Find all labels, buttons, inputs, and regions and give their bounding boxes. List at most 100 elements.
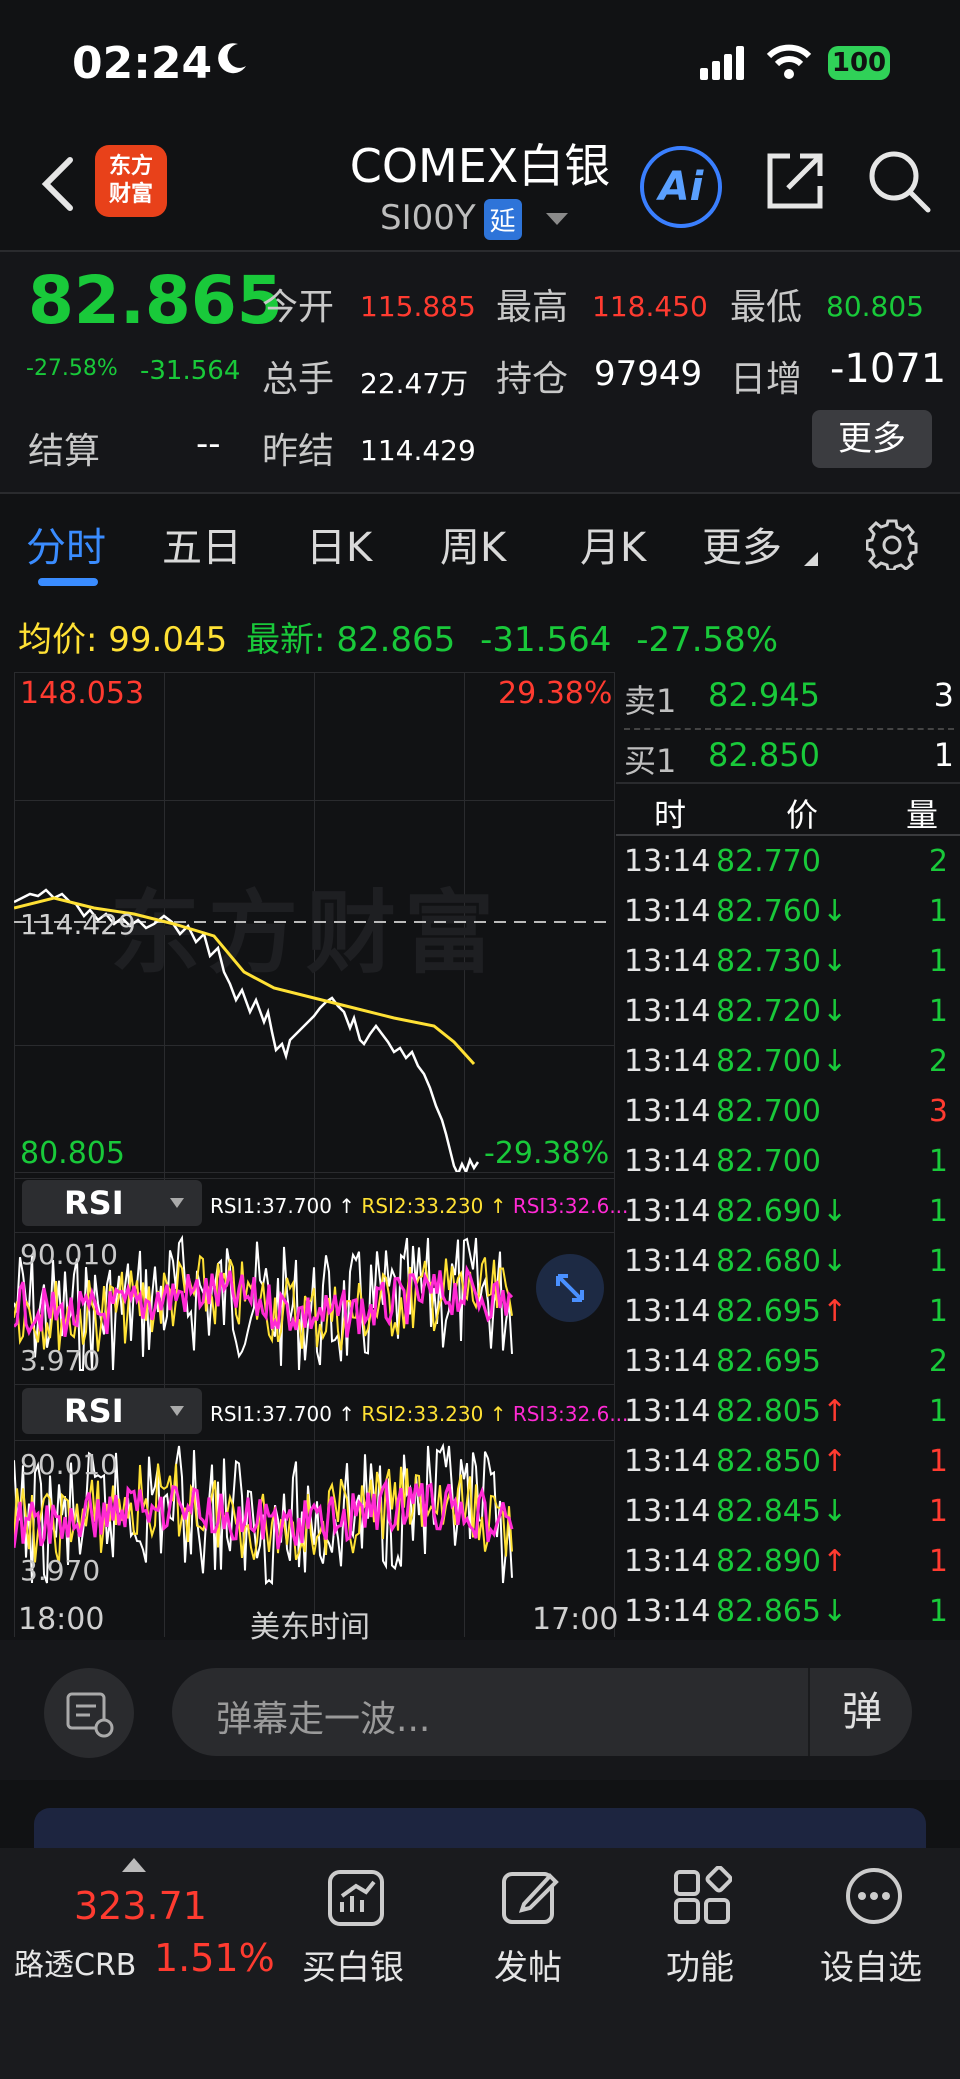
- trade-qty: 2: [928, 844, 948, 879]
- trade-qty: 1: [928, 994, 948, 1029]
- summary-change: -31.564: [480, 620, 612, 660]
- trade-time: 13:14: [624, 1144, 711, 1179]
- daily-inc-value: -1071: [830, 346, 947, 392]
- grid-line: [14, 1178, 614, 1179]
- danmu-placeholder: 弹幕走一波...: [216, 1699, 431, 1740]
- expand-icon: [556, 1274, 584, 1302]
- buy-silver-icon[interactable]: [326, 1868, 386, 1932]
- danmu-settings-button[interactable]: [44, 1668, 134, 1758]
- arrow-down-icon: ↓: [822, 1244, 848, 1279]
- tab-monthly-k[interactable]: 月K: [580, 515, 646, 573]
- trade-row: 13:14 82.695 2: [624, 1338, 954, 1388]
- bid-price: 82.850: [708, 736, 820, 774]
- trade-time: 13:14: [624, 844, 711, 879]
- nav-post[interactable]: 发帖: [494, 1940, 562, 1989]
- settle-value: --: [196, 424, 221, 464]
- trade-qty: 1: [928, 1494, 948, 1529]
- arrow-up-icon: ↑: [822, 1294, 848, 1329]
- rsi3-value: RSI3:32.6...: [512, 1194, 629, 1218]
- trade-price: 82.695: [716, 1294, 821, 1329]
- tab-active-indicator: [38, 578, 98, 586]
- wifi-icon: [766, 44, 812, 79]
- trade-qty: 2: [928, 1044, 948, 1079]
- open-value: 115.885: [360, 290, 476, 323]
- crb-name: 路透CRB: [14, 1948, 137, 1983]
- trade-price: 82.700: [716, 1094, 821, 1129]
- rsi-selector-1[interactable]: RSI: [22, 1180, 202, 1226]
- rsi-name: RSI: [64, 1184, 124, 1222]
- price-summary: 均价: 99.045 最新: 82.865 -31.564 -27.58%: [18, 612, 778, 661]
- arrow-down-icon: ↓: [822, 994, 848, 1029]
- trade-row: 13:14 82.680 ↓ 1: [624, 1238, 954, 1288]
- arrow-down-icon: ↓: [822, 894, 848, 929]
- rsi2-value: RSI2:33.230 ↑: [361, 1402, 507, 1426]
- trade-row: 13:14 82.700 1: [624, 1138, 954, 1188]
- moon-icon: [218, 43, 246, 74]
- tab-daily-k[interactable]: 日K: [306, 515, 372, 573]
- nav-functions[interactable]: 功能: [666, 1940, 734, 1989]
- tab-weekly-k[interactable]: 周K: [440, 515, 506, 573]
- rsi-bottom-1: 3.970: [20, 1344, 101, 1377]
- rsi-selector-2[interactable]: RSI: [22, 1388, 202, 1434]
- tab-five-day[interactable]: 五日: [162, 515, 242, 573]
- trade-price: 82.720: [716, 994, 821, 1029]
- chart-min-price: 80.805: [20, 1136, 125, 1171]
- divider: [616, 834, 960, 836]
- arrow-down-icon: ↓: [822, 1194, 848, 1229]
- arrow-up-icon: ↑: [822, 1544, 848, 1579]
- trade-row: 13:14 82.700 3: [624, 1088, 954, 1138]
- daily-inc-label: 日增: [730, 359, 803, 400]
- tab-intraday[interactable]: 分时: [26, 515, 106, 573]
- x-axis-end: 17:00: [532, 1602, 619, 1637]
- divider: [624, 728, 954, 730]
- trade-list[interactable]: 13:14 82.770 2 13:14 82.760 ↓ 1 13:14 82.730 ↓ 1 13…: [624, 838, 954, 1638]
- rsi-legend-1: RSI1:37.700 ↑ RSI2:33.230 ↑ RSI3:32.6...: [210, 1194, 628, 1218]
- caret-up-icon: [122, 1858, 146, 1872]
- add-watchlist-icon[interactable]: [844, 1866, 904, 1930]
- trade-price: 82.760: [716, 894, 821, 929]
- crb-value[interactable]: 323.71: [74, 1884, 207, 1928]
- more-button[interactable]: 更多: [812, 410, 932, 468]
- oi-value: 97949: [594, 354, 703, 394]
- tab-more[interactable]: 更多: [702, 515, 782, 573]
- trade-qty: 1: [928, 1244, 948, 1279]
- trade-time: 13:14: [624, 1394, 711, 1429]
- trade-row: 13:14 82.845 ↓ 1: [624, 1488, 954, 1538]
- trade-price: 82.690: [716, 1194, 821, 1229]
- trade-qty: 1: [928, 1144, 948, 1179]
- trade-price: 82.680: [716, 1244, 821, 1279]
- ask-label: 卖1: [624, 682, 677, 720]
- trade-row: 13:14 82.865 ↓ 1: [624, 1588, 954, 1638]
- trade-qty: 1: [928, 1594, 948, 1629]
- trade-price: 82.865: [716, 1594, 821, 1629]
- ai-button[interactable]: Ai: [640, 146, 722, 228]
- settings-gear-icon[interactable]: [866, 518, 918, 570]
- share-icon[interactable]: [764, 148, 828, 212]
- search-icon[interactable]: [866, 148, 932, 214]
- latest-label: 最新:: [246, 620, 326, 660]
- post-icon[interactable]: [500, 1866, 560, 1930]
- latest-value: 82.865: [336, 620, 456, 660]
- symbol-selector[interactable]: SI00Y 延: [380, 198, 569, 240]
- arrow-down-icon: ↓: [822, 1594, 848, 1629]
- nav-buy-silver[interactable]: 买白银: [302, 1940, 404, 1989]
- expand-button[interactable]: [536, 1254, 604, 1322]
- chart-max-pct: 29.38%: [498, 676, 613, 711]
- trade-time: 13:14: [624, 1094, 711, 1129]
- trade-price: 82.730: [716, 944, 821, 979]
- bid-row: 买1 82.850 1: [624, 736, 954, 786]
- functions-icon[interactable]: [672, 1865, 733, 1930]
- ask-price: 82.945: [708, 676, 820, 714]
- high-value: 118.450: [592, 290, 708, 323]
- trade-price: 82.695: [716, 1344, 821, 1379]
- trade-row: 13:14 82.695 ↑ 1: [624, 1288, 954, 1338]
- danmu-toggle-button[interactable]: 弹: [808, 1668, 914, 1756]
- trade-time: 13:14: [624, 1344, 711, 1379]
- x-axis-start: 18:00: [18, 1602, 105, 1637]
- grid-line: [614, 672, 615, 1637]
- trade-time: 13:14: [624, 1444, 711, 1479]
- nav-add-watchlist[interactable]: 设自选: [820, 1940, 922, 1989]
- trade-row: 13:14 82.690 ↓ 1: [624, 1188, 954, 1238]
- change-pct: -27.58%: [26, 356, 118, 381]
- low-value: 80.805: [826, 290, 924, 323]
